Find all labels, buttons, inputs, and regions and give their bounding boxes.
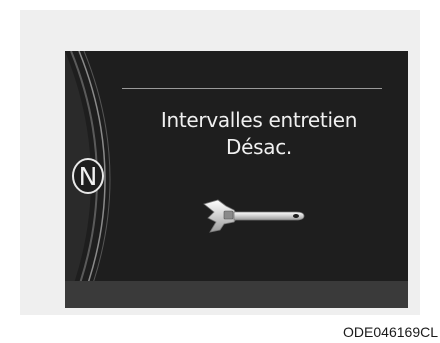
service-interval-status: Désac. [226, 135, 292, 159]
display-bottom-bar [65, 281, 408, 308]
gear-indicator-letter: N [79, 162, 98, 191]
figure-caption-code: ODE046169CL [343, 324, 438, 340]
instrument-cluster-display: Intervalles entretien Désac. N [65, 51, 408, 308]
service-interval-title: Intervalles entretien [160, 108, 358, 132]
divider-line [122, 88, 382, 89]
illustration-panel: Intervalles entretien Désac. N [20, 10, 420, 315]
gear-indicator: N [71, 157, 105, 195]
wrench-icon [200, 196, 310, 236]
gauge-arc-decoration [65, 51, 111, 308]
